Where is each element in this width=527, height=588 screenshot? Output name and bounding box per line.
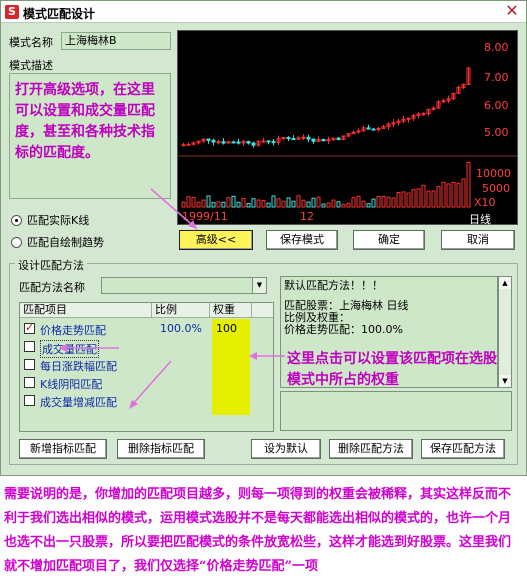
arrow-to-indicator [130,360,172,407]
arrow-head [249,352,257,360]
annotation-arrows [59,188,285,409]
bottom-explanation: 需要说明的是，你增加的匹配项目越多，则每一项得到的权重会被稀释，其实这样反而不利… [4,487,512,574]
mode-match-dialog: S 模式匹配设计 ✕ 模式名称 上海梅林B 模式描述 打开高级选项，在这里可以设… [0,0,527,476]
arrow-head [59,344,67,352]
arrow-to-advanced [150,188,198,230]
arrow-head [129,400,138,409]
arrow-head [188,220,197,229]
